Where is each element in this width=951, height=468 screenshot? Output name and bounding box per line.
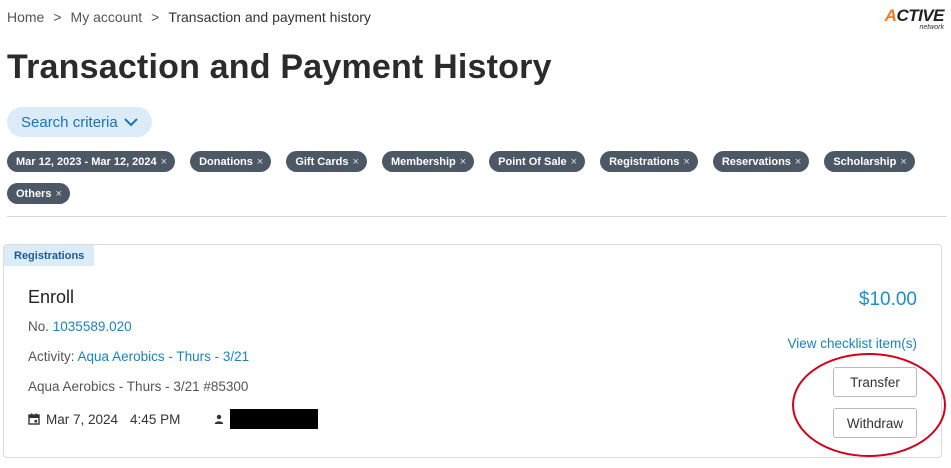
transaction-datetime: Mar 7, 2024 4:45 PM xyxy=(28,409,319,429)
logo-subtitle: network xyxy=(919,24,944,31)
remove-filter-icon[interactable]: × xyxy=(571,156,577,168)
filter-chip-label: Point Of Sale xyxy=(498,155,567,168)
transaction-activity: Activity: Aqua Aerobics - Thurs - 3/21 xyxy=(28,349,249,364)
page-title: Transaction and Payment History xyxy=(7,48,552,86)
transaction-title: Enroll xyxy=(28,287,75,307)
filter-chip: Registrations × xyxy=(600,151,698,172)
transaction-number-label: No. xyxy=(28,319,50,334)
transaction-number-link[interactable]: 1035589.020 xyxy=(53,319,132,334)
person-icon xyxy=(215,414,224,424)
filter-chip-row: Mar 12, 2023 - Mar 12, 2024 × Donations × Gi… xyxy=(7,151,947,172)
breadcrumb-my-account-link[interactable]: My account xyxy=(71,9,143,25)
filter-chip: Scholarship × xyxy=(824,151,915,172)
chevron-down-icon xyxy=(123,118,138,127)
filter-chip-label: Registrations xyxy=(609,155,680,168)
view-checklist-link[interactable]: View checklist item(s) xyxy=(787,336,917,351)
remove-filter-icon[interactable]: × xyxy=(900,156,906,168)
remove-filter-icon[interactable]: × xyxy=(795,156,801,168)
filter-chip-label: Gift Cards xyxy=(295,155,349,168)
filter-chip: Membership × xyxy=(381,151,475,172)
remove-filter-icon[interactable]: × xyxy=(257,156,263,168)
filter-chip: Reservations × xyxy=(712,151,810,172)
transaction-card: Registrations Enroll No. 1035589.020 Act… xyxy=(3,244,942,458)
search-criteria-label: Search criteria xyxy=(21,113,118,131)
remove-filter-icon[interactable]: × xyxy=(683,156,689,168)
breadcrumb-separator: > xyxy=(53,9,62,25)
breadcrumb-home-link[interactable]: Home xyxy=(7,9,44,25)
transaction-date: Mar 7, 2024 xyxy=(46,411,119,427)
withdraw-button[interactable]: Withdraw xyxy=(833,408,917,438)
filter-chip: Point Of Sale × xyxy=(489,151,586,172)
divider xyxy=(7,216,947,217)
filter-chip: Others × xyxy=(7,183,70,204)
filter-chip-label: Donations xyxy=(199,155,253,168)
remove-filter-icon[interactable]: × xyxy=(161,156,167,168)
activity-label: Activity: xyxy=(28,349,75,364)
transfer-button[interactable]: Transfer xyxy=(833,367,917,397)
filter-chip: Mar 12, 2023 - Mar 12, 2024 × xyxy=(7,151,176,172)
breadcrumb-current: Transaction and payment history xyxy=(168,9,371,25)
filter-chip: Donations × xyxy=(190,151,272,172)
search-criteria-toggle[interactable]: Search criteria xyxy=(7,107,152,137)
active-network-logo: ACTIVE network xyxy=(866,6,946,32)
filter-chip-label: Reservations xyxy=(721,155,791,168)
filter-chips: Mar 12, 2023 - Mar 12, 2024 × Donations × Gi… xyxy=(7,151,947,215)
transaction-time: 4:45 PM xyxy=(130,411,181,427)
transaction-session: Aqua Aerobics - Thurs - 3/21 #85300 xyxy=(28,379,249,394)
breadcrumb: Home > My account > Transaction and paym… xyxy=(7,9,371,25)
logo-word: CTIVE xyxy=(896,6,944,25)
remove-filter-icon[interactable]: × xyxy=(353,156,359,168)
remove-filter-icon[interactable]: × xyxy=(460,156,466,168)
remove-filter-icon[interactable]: × xyxy=(55,188,61,200)
calendar-icon xyxy=(28,413,40,425)
filter-chip-row: Others × xyxy=(7,183,947,204)
filter-chip-label: Others xyxy=(16,187,52,200)
activity-link[interactable]: Aqua Aerobics - Thurs - 3/21 xyxy=(78,349,250,364)
logo-prefix: A xyxy=(884,6,897,25)
breadcrumb-separator: > xyxy=(151,9,160,25)
filter-chip-label: Mar 12, 2023 - Mar 12, 2024 xyxy=(16,155,157,168)
filter-chip-label: Scholarship xyxy=(833,155,897,168)
filter-chip: Gift Cards × xyxy=(286,151,367,172)
filter-chip-label: Membership xyxy=(390,155,456,168)
transaction-amount: $10.00 xyxy=(858,289,917,310)
transaction-type-badge: Registrations xyxy=(4,245,95,266)
redacted-participant-name xyxy=(230,409,319,429)
transaction-number: No. 1035589.020 xyxy=(28,319,132,334)
